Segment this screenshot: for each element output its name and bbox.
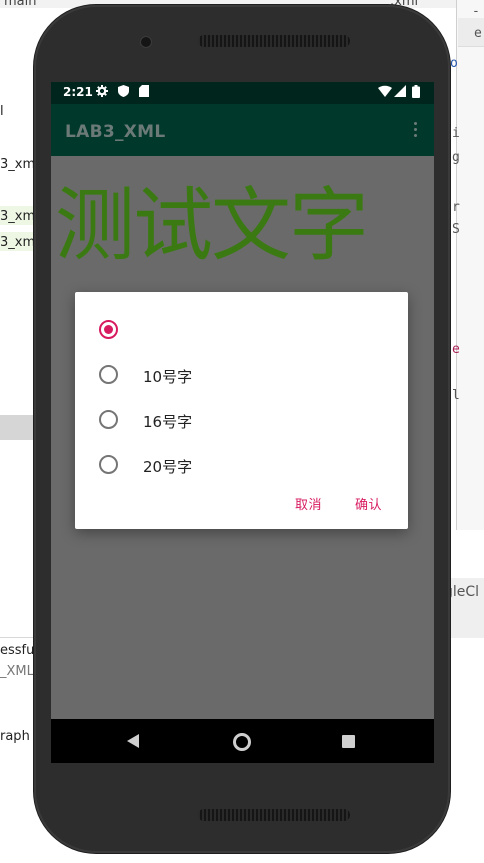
radio-option-label: 10号字 xyxy=(143,368,193,386)
overflow-menu-icon[interactable] xyxy=(414,122,418,140)
top-speaker xyxy=(198,35,350,47)
back-icon[interactable] xyxy=(127,734,139,748)
signal-icon xyxy=(394,85,408,99)
battery-icon xyxy=(412,85,426,99)
ide-right-glyph: g xyxy=(452,150,460,165)
wifi-icon xyxy=(378,85,392,99)
navigation-bar xyxy=(51,719,434,763)
cancel-button[interactable]: 取消 xyxy=(295,494,322,513)
radio-option[interactable]: 20号字 xyxy=(75,445,408,485)
shield-icon xyxy=(118,85,132,99)
ide-right-glyph: - xyxy=(472,4,480,19)
ide-tab-fragment: main xyxy=(4,0,37,9)
front-camera xyxy=(140,36,152,48)
radio-unchecked-icon[interactable] xyxy=(99,455,118,474)
bottom-speaker xyxy=(198,809,350,821)
radio-unchecked-icon[interactable] xyxy=(99,410,118,429)
ide-right-glyph: l xyxy=(452,388,460,403)
ide-tree-line: l xyxy=(0,104,4,119)
font-size-dialog: 10号字 16号字 20号字 取消 确认 xyxy=(75,292,408,529)
status-time: 2:21 xyxy=(63,85,93,99)
app-title: LAB3_XML xyxy=(65,122,166,142)
ide-build-line: essful xyxy=(0,643,38,658)
radio-option-label: 20号字 xyxy=(143,458,193,476)
confirm-button[interactable]: 确认 xyxy=(355,494,382,513)
radio-option[interactable]: 10号字 xyxy=(75,355,408,395)
ide-right-glyph: i xyxy=(452,126,460,141)
recent-apps-icon[interactable] xyxy=(342,735,355,748)
ide-right-glyph: o xyxy=(450,56,458,71)
ide-build-line: raph xyxy=(0,729,30,744)
ide-tree-line: 3_xm xyxy=(0,157,36,172)
preview-text: 测试文字 xyxy=(55,179,369,272)
app-bar: LAB3_XML xyxy=(51,104,434,156)
ide-right-glyph: r xyxy=(452,200,460,215)
gear-icon xyxy=(96,85,110,99)
radio-unchecked-icon[interactable] xyxy=(99,365,118,384)
radio-option[interactable] xyxy=(75,310,408,350)
radio-option[interactable]: 16号字 xyxy=(75,400,408,440)
radio-checked-icon[interactable] xyxy=(99,320,118,339)
phone-screen: 2:21 LAB3_XML 测试文字 10号字 16号字 20号字 取消 确认 xyxy=(51,82,434,763)
radio-option-label: 16号字 xyxy=(143,413,193,431)
sd-card-icon xyxy=(139,85,153,99)
ide-tree-line: 3_xm xyxy=(0,209,36,224)
ide-right-panel xyxy=(456,0,484,530)
ide-right-glyph: e xyxy=(474,26,482,41)
ide-tree-line: 3_xm xyxy=(0,235,36,250)
home-icon[interactable] xyxy=(233,733,251,751)
ide-right-glyph: e xyxy=(452,342,460,357)
ide-build-line: _XML xyxy=(0,664,34,679)
status-bar: 2:21 xyxy=(51,82,434,104)
ide-right-glyph: S xyxy=(452,222,460,237)
